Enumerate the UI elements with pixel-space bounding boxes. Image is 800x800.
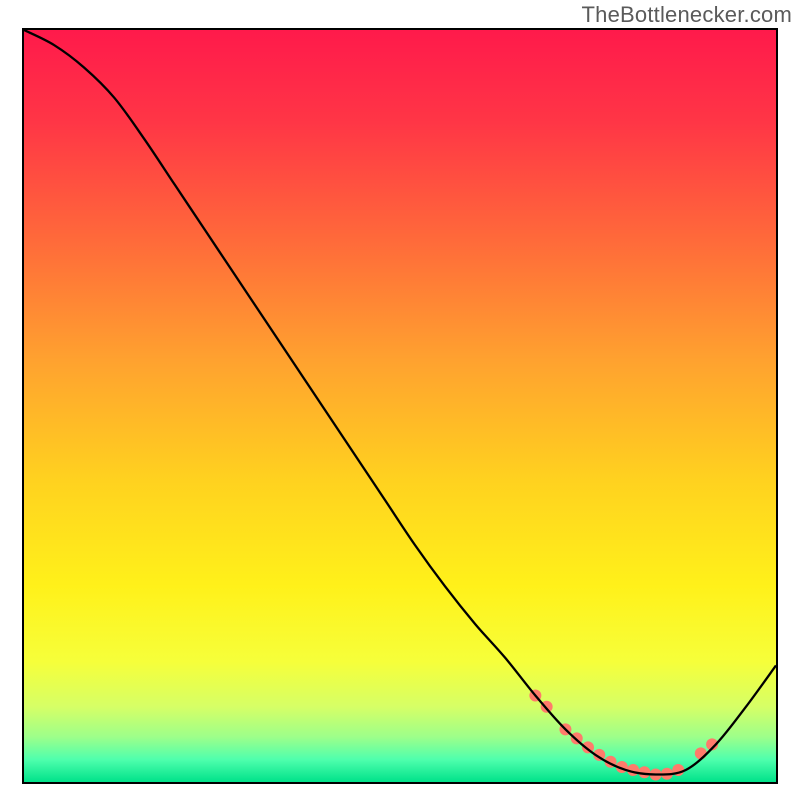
bottleneck-curve	[24, 30, 776, 774]
watermark-text: TheBottlenecker.com	[582, 2, 792, 28]
curve-layer	[24, 30, 776, 782]
highlight-dot	[695, 747, 707, 759]
plot-area	[22, 28, 778, 784]
chart-frame: TheBottlenecker.com	[0, 0, 800, 800]
